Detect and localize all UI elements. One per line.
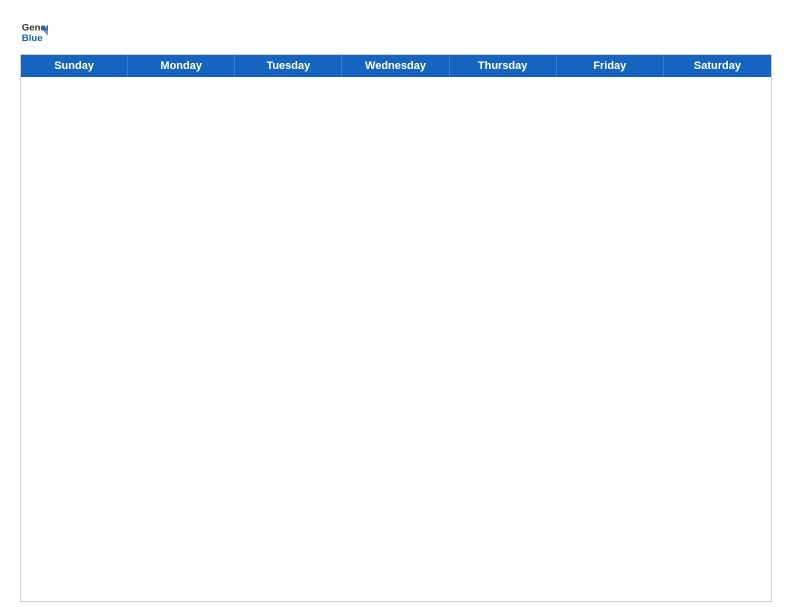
logo: General Blue: [20, 18, 48, 46]
header: General Blue: [20, 18, 772, 46]
page: General Blue SundayMondayTuesdayWednesda…: [0, 0, 792, 612]
day-header-thursday: Thursday: [450, 55, 557, 77]
logo-icon: General Blue: [20, 18, 48, 46]
calendar: SundayMondayTuesdayWednesdayThursdayFrid…: [20, 54, 772, 602]
day-header-sunday: Sunday: [21, 55, 128, 77]
calendar-body: [21, 77, 771, 601]
day-header-friday: Friday: [557, 55, 664, 77]
day-header-monday: Monday: [128, 55, 235, 77]
day-header-tuesday: Tuesday: [235, 55, 342, 77]
day-header-wednesday: Wednesday: [342, 55, 449, 77]
day-header-saturday: Saturday: [664, 55, 771, 77]
svg-text:Blue: Blue: [22, 33, 43, 44]
day-headers: SundayMondayTuesdayWednesdayThursdayFrid…: [21, 55, 771, 77]
